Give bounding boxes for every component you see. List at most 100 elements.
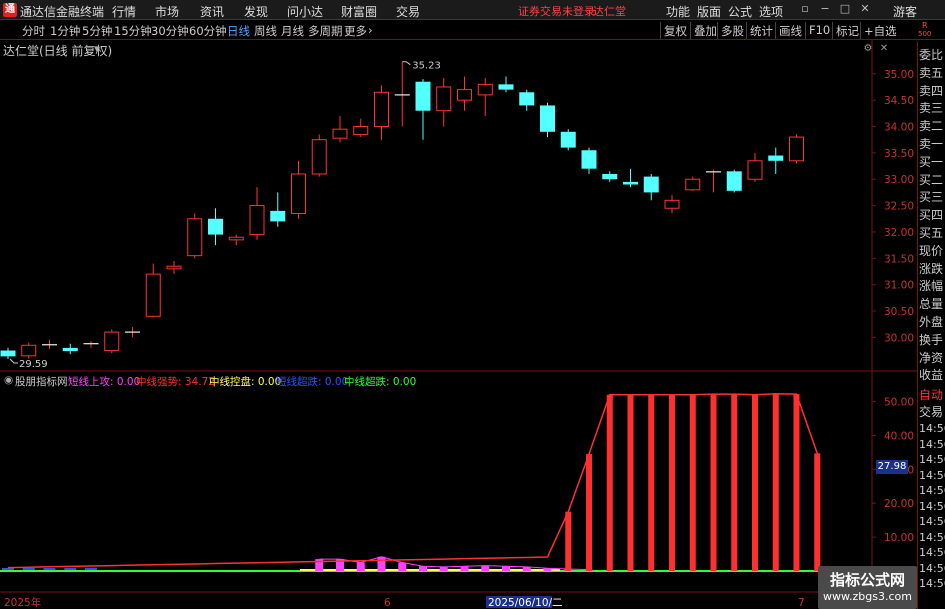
short-attack-bar: [481, 565, 490, 571]
high-marker: [402, 61, 411, 66]
candle-body: [62, 347, 78, 352]
candle-body: [560, 131, 576, 148]
indicator-name[interactable]: 股朋指标网: [15, 374, 68, 389]
mid-strong-bar: [793, 394, 800, 571]
short-attack-bar: [439, 566, 448, 571]
short-oversold-mark: [85, 568, 97, 570]
mid-strong-bar: [627, 394, 634, 571]
trade-time: 14:56: [919, 468, 945, 482]
candle-body: [477, 83, 493, 96]
trade-time: 14:56: [919, 515, 945, 528]
legend-short-attack: 短线上攻: 0.00: [68, 376, 141, 388]
candle-body: [602, 173, 618, 180]
candle-body: [104, 331, 120, 352]
tab-auto[interactable]: 自动: [919, 386, 943, 403]
low-marker: [9, 358, 18, 364]
y-tick-label: 35.00: [884, 69, 914, 81]
mid-strong-bar: [606, 394, 613, 571]
mid-strong-bar: [710, 394, 717, 571]
legend-short-oversold: 短线超跌: 0.00: [276, 376, 349, 388]
candle-body: [166, 265, 182, 270]
candle-body: [228, 236, 244, 241]
candle-body: [374, 91, 389, 128]
short-attack-bar: [502, 566, 510, 571]
x-axis-label: 6: [384, 597, 391, 609]
sidebar-bid3[interactable]: 买三: [919, 188, 943, 205]
candle-body: [685, 178, 701, 191]
legend-mid-strong: 中线强势: 34.72: [136, 376, 215, 388]
sidebar-turnover[interactable]: 换手: [919, 331, 943, 348]
sidebar-ask3[interactable]: 卖三: [919, 99, 943, 116]
y-tick-label: 33.50: [884, 148, 914, 160]
ind-y-tick-label: 40.00: [884, 430, 914, 442]
ind-y-tick-label: 20.00: [884, 498, 914, 510]
x-axis-label: 2025年: [4, 596, 41, 609]
trade-time: 14:56: [919, 453, 945, 466]
candle-body: [436, 86, 452, 112]
x-axis-label: 2025/06/10/二: [488, 597, 563, 609]
mid-strong-bar: [648, 394, 655, 571]
candle-body: [457, 89, 472, 101]
y-tick-label: 31.00: [884, 280, 914, 292]
current-price-tag: 27.98: [876, 460, 908, 474]
sidebar-bid4[interactable]: 买四: [919, 206, 943, 223]
trade-time: 14:56: [919, 437, 945, 451]
mid-strong-bar: [814, 453, 821, 571]
sidebar-change[interactable]: 涨跌: [919, 260, 943, 277]
candle-body: [726, 171, 742, 191]
candle-body: [270, 210, 286, 222]
candle-body: [208, 218, 223, 235]
candle-body: [187, 218, 203, 257]
candle-body: [768, 155, 784, 161]
legend-mid-oversold: 中线超跌: 0.00: [344, 376, 417, 388]
short-attack-bar: [398, 562, 407, 571]
y-tick-label: 34.50: [884, 95, 914, 107]
short-attack-bar: [419, 566, 427, 571]
candle-body: [581, 150, 597, 169]
sidebar-outer-volume[interactable]: 外盘: [919, 313, 943, 330]
candle-body: [145, 273, 161, 317]
sidebar-bid-ratio[interactable]: 委比: [919, 46, 943, 63]
sidebar-bid2[interactable]: 买二: [919, 171, 943, 188]
x-axis-label: 7: [798, 597, 805, 609]
sidebar-change-pct[interactable]: 涨幅: [919, 277, 943, 294]
low-label: 29.59: [19, 359, 48, 370]
candle-body: [498, 84, 514, 90]
high-label: 35.23: [412, 61, 441, 72]
mid-strong-bar: [669, 394, 675, 571]
trade-time: 14:56: [919, 577, 945, 590]
indicator-icon: ◉: [4, 374, 14, 386]
sidebar-bid1[interactable]: 买一: [919, 153, 943, 170]
candle-body: [519, 92, 535, 106]
y-tick-label: 30.50: [884, 306, 914, 318]
short-oversold-mark: [64, 568, 77, 570]
tab-trade[interactable]: 交易: [919, 403, 943, 420]
sidebar-net-assets[interactable]: 净资: [919, 349, 943, 366]
y-tick-label: 32.50: [884, 201, 914, 213]
sidebar-bid5[interactable]: 买五: [919, 224, 943, 241]
ind-y-tick-label: 10.00: [884, 532, 914, 544]
candle-body: [623, 181, 638, 185]
mid-strong-bar: [689, 394, 696, 571]
short-attack-bar: [460, 566, 469, 571]
short-oversold-mark: [43, 568, 56, 570]
sidebar-earnings[interactable]: 收益: [919, 366, 943, 383]
sidebar-volume[interactable]: 总量: [919, 295, 943, 312]
mid-strong-bar: [752, 394, 758, 571]
charts-canvas: 35.23 29.59 30.00 30.50 31.00 31.50 32.00 32.5…: [0, 40, 917, 609]
trade-time: 14:56: [919, 422, 945, 435]
sidebar-ask1[interactable]: 卖一: [919, 135, 943, 152]
sidebar-ask4[interactable]: 卖四: [919, 82, 943, 99]
trade-time: 14:56: [919, 530, 945, 544]
y-tick-label: 31.50: [884, 253, 914, 265]
y-tick-label: 30.00: [884, 332, 914, 344]
sidebar-ask2[interactable]: 卖二: [919, 117, 943, 134]
trade-time: 14:56: [919, 546, 945, 559]
sidebar-ask5[interactable]: 卖五: [919, 64, 943, 81]
sidebar-last-price[interactable]: 现价: [919, 242, 943, 259]
candle-body: [249, 205, 265, 236]
mid-strong-bar: [731, 394, 738, 571]
mid-strong-bar: [565, 511, 572, 571]
candle-body: [291, 173, 306, 214]
trade-time: 14:56: [919, 561, 945, 575]
